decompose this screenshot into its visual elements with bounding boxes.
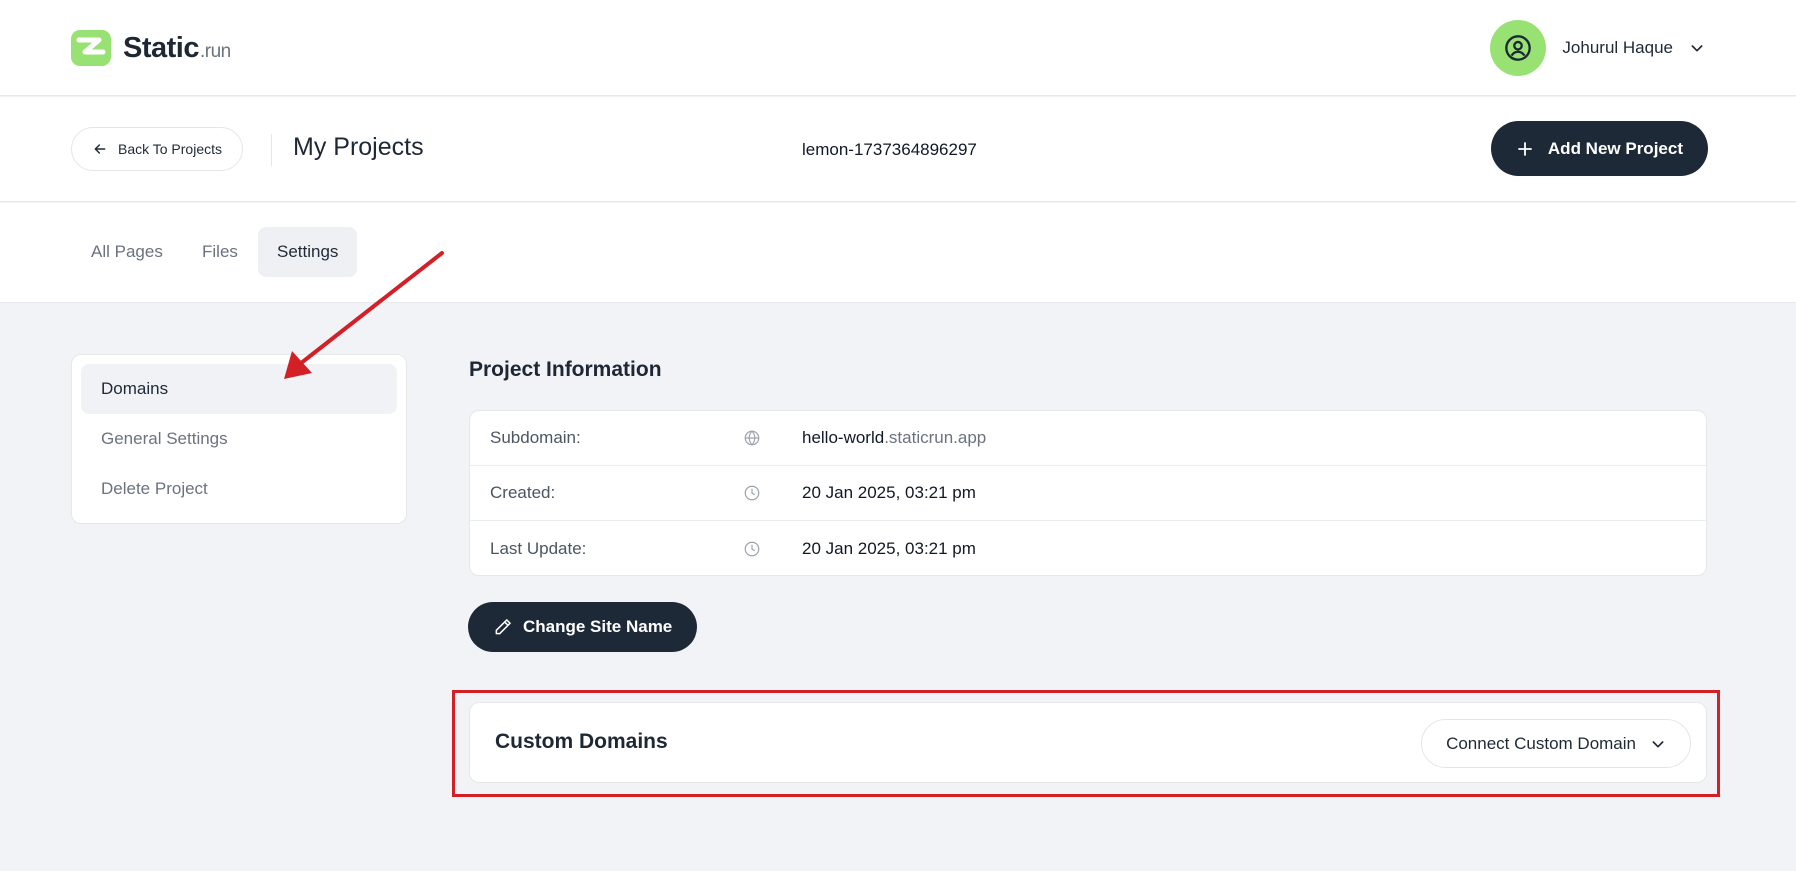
add-new-project-label: Add New Project <box>1547 138 1683 158</box>
add-new-project-button[interactable]: Add New Project <box>1490 121 1708 176</box>
back-to-projects-label: Back To Projects <box>118 141 223 157</box>
info-row-last-update: Last Update: 20 Jan 2025, 03:21 pm <box>470 521 1706 576</box>
user-menu[interactable]: Johurul Haque <box>1490 20 1705 76</box>
tab-files[interactable]: Files <box>183 227 257 277</box>
annotation-arrow-icon <box>284 251 444 379</box>
avatar[interactable] <box>1490 20 1547 76</box>
project-id: lemon-1737364896297 <box>802 140 977 159</box>
page-title: My Projects <box>293 133 424 161</box>
project-information-title: Project Information <box>469 358 662 381</box>
clock-icon <box>744 485 760 501</box>
created-label: Created: <box>490 483 556 502</box>
top-bar: Static.run Johurul Haque <box>0 0 1796 96</box>
info-row-subdomain: Subdomain: hello-world.staticrun.app <box>470 411 1706 466</box>
clock-icon <box>744 541 760 556</box>
info-row-created: Created: 20 Jan 2025, 03:21 pm <box>470 466 1706 521</box>
project-information-card: Subdomain: hello-world.staticrun.app Cre… <box>469 410 1707 576</box>
change-site-name-button[interactable]: Change Site Name <box>468 602 698 652</box>
logo-icon <box>71 30 111 66</box>
change-site-name-label: Change Site Name <box>523 617 673 636</box>
tab-all-pages[interactable]: All Pages <box>72 227 182 277</box>
arrow-left-icon <box>94 144 106 154</box>
side-item-general-settings[interactable]: General Settings <box>81 414 397 464</box>
logo[interactable]: Static.run <box>71 30 231 66</box>
created-value: 20 Jan 2025, 03:21 pm <box>802 483 976 502</box>
last-update-label: Last Update: <box>490 538 587 558</box>
user-circle-icon <box>1505 35 1532 61</box>
pencil-icon <box>495 619 511 635</box>
brand-name: Static.run <box>123 31 231 64</box>
globe-icon <box>744 430 760 446</box>
last-update-value: 20 Jan 2025, 03:21 pm <box>802 538 976 558</box>
divider <box>271 134 272 166</box>
side-item-delete-project[interactable]: Delete Project <box>81 464 397 514</box>
project-header: Back To Projects My Projects lemon-17373… <box>0 97 1796 202</box>
subdomain-label: Subdomain: <box>490 428 581 447</box>
plus-icon <box>1518 141 1532 156</box>
annotation-highlight-box <box>452 690 1720 797</box>
subdomain-value[interactable]: hello-world.staticrun.app <box>802 428 986 448</box>
chevron-down-icon[interactable] <box>1689 40 1705 56</box>
back-to-projects-button[interactable]: Back To Projects <box>71 127 244 171</box>
user-name[interactable]: Johurul Haque <box>1562 38 1673 58</box>
